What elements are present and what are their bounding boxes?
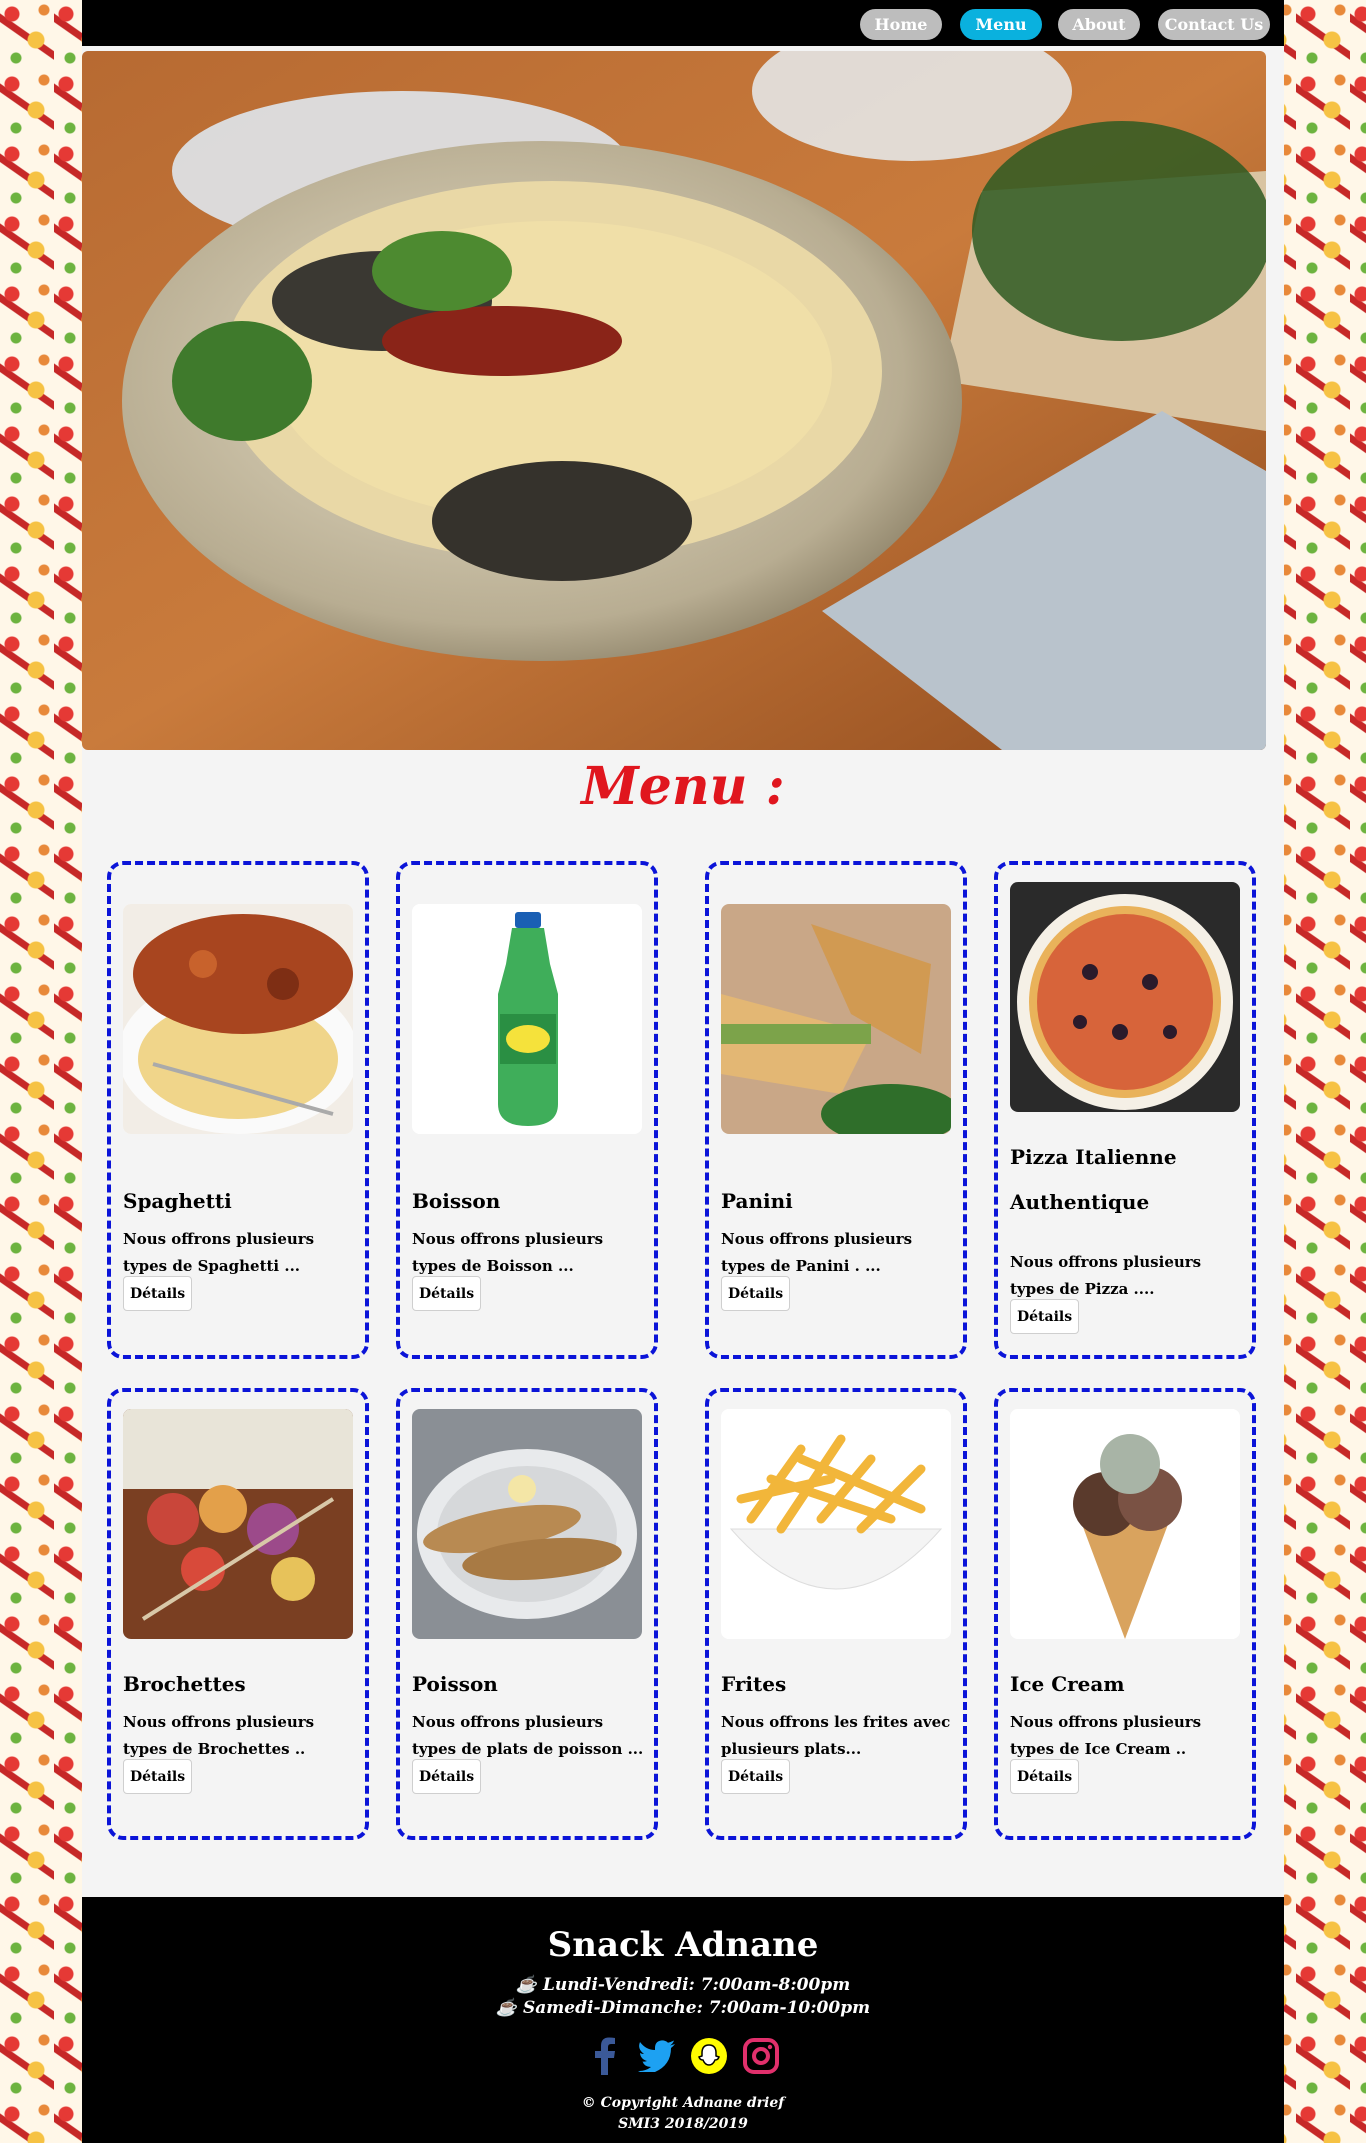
card-title: Frites bbox=[721, 1672, 787, 1696]
menu-card-poisson: Poisson Nous offrons plusieurs types de … bbox=[396, 1388, 658, 1840]
nav-contact-button[interactable]: Contact Us bbox=[1158, 9, 1270, 40]
card-title: Ice Cream bbox=[1010, 1672, 1125, 1696]
footer: Snack Adnane ☕ Lundi-Vendredi: 7:00am-8:… bbox=[82, 1897, 1284, 2143]
card-title: Panini bbox=[721, 1189, 793, 1213]
ice-cream-image bbox=[1010, 1409, 1240, 1639]
menu-card-pizza: Pizza Italienne Authentique Nous offrons… bbox=[994, 861, 1256, 1359]
panini-image bbox=[721, 904, 951, 1134]
card-description: Nous offrons plusieurs types de Ice Crea… bbox=[1010, 1713, 1202, 1758]
facebook-icon[interactable] bbox=[586, 2037, 624, 2075]
boisson-image bbox=[412, 904, 642, 1134]
menu-card-brochettes: Brochettes Nous offrons plusieurs types … bbox=[107, 1388, 369, 1840]
card-title: Poisson bbox=[412, 1672, 498, 1696]
details-button[interactable]: Détails bbox=[721, 1759, 791, 1794]
footer-title: Snack Adnane bbox=[547, 1925, 819, 1965]
card-description: Nous offrons plusieurs types de plats de… bbox=[412, 1713, 644, 1758]
hours-weekday: ☕ Lundi-Vendredi: 7:00am-8:00pm bbox=[515, 1975, 851, 1995]
class-year-text: SMI3 2018/2019 bbox=[618, 2116, 748, 2132]
menu-card-panini: Panini Nous offrons plusieurs types de P… bbox=[705, 861, 967, 1359]
details-button[interactable]: Détails bbox=[123, 1276, 193, 1311]
menu-card-spaghetti: Spaghetti Nous offrons plusieurs types d… bbox=[107, 861, 369, 1359]
menu-card-boisson: Boisson Nous offrons plusieurs types de … bbox=[396, 861, 658, 1359]
menu-card-ice-cream: Ice Cream Nous offrons plusieurs types d… bbox=[994, 1388, 1256, 1840]
card-title: Brochettes bbox=[123, 1672, 246, 1696]
menu-title: Menu : bbox=[581, 756, 785, 817]
card-title: Pizza Italienne Authentique bbox=[1010, 1145, 1177, 1214]
card-description: Nous offrons plusieurs types de Spaghett… bbox=[123, 1230, 315, 1275]
details-button[interactable]: Détails bbox=[123, 1759, 193, 1794]
twitter-icon[interactable] bbox=[638, 2037, 676, 2075]
nav-about-button[interactable]: About bbox=[1058, 9, 1140, 40]
pizza-image bbox=[1010, 882, 1240, 1112]
menu-card-frites: Frites Nous offrons les frites avec plus… bbox=[705, 1388, 967, 1840]
spaghetti-image bbox=[123, 904, 353, 1134]
poisson-image bbox=[412, 1409, 642, 1639]
details-button[interactable]: Détails bbox=[1010, 1759, 1080, 1794]
details-button[interactable]: Détails bbox=[412, 1759, 482, 1794]
card-description: Nous offrons plusieurs types de Boisson … bbox=[412, 1230, 604, 1275]
brochettes-image bbox=[123, 1409, 353, 1639]
details-button[interactable]: Détails bbox=[412, 1276, 482, 1311]
card-description: Nous offrons les frites avec plusieurs p… bbox=[721, 1713, 951, 1758]
page-container: Home Menu About Contact Us Menu: Spaghe… bbox=[82, 0, 1284, 2143]
snapchat-icon[interactable] bbox=[690, 2037, 728, 2075]
card-title: Spaghetti bbox=[123, 1189, 232, 1213]
instagram-icon[interactable] bbox=[742, 2037, 780, 2075]
hero-image bbox=[82, 51, 1266, 750]
nav-home-button[interactable]: Home bbox=[860, 9, 942, 40]
card-title: Boisson bbox=[412, 1189, 501, 1213]
card-description: Nous offrons plusieurs types de Brochett… bbox=[123, 1713, 315, 1758]
details-button[interactable]: Détails bbox=[1010, 1299, 1080, 1334]
card-description: Nous offrons plusieurs types de Panini .… bbox=[721, 1230, 913, 1275]
nav-menu-button[interactable]: Menu bbox=[960, 9, 1042, 40]
card-description: Nous offrons plusieurs types de Pizza ..… bbox=[1010, 1253, 1202, 1298]
copyright-text: © Copyright Adnane drief bbox=[581, 2095, 785, 2111]
navbar: Home Menu About Contact Us bbox=[82, 0, 1284, 46]
frites-image bbox=[721, 1409, 951, 1639]
social-links bbox=[82, 2037, 1284, 2075]
details-button[interactable]: Détails bbox=[721, 1276, 791, 1311]
hours-weekend: ☕ Samedi-Dimanche: 7:00am-10:00pm bbox=[495, 1998, 871, 2018]
